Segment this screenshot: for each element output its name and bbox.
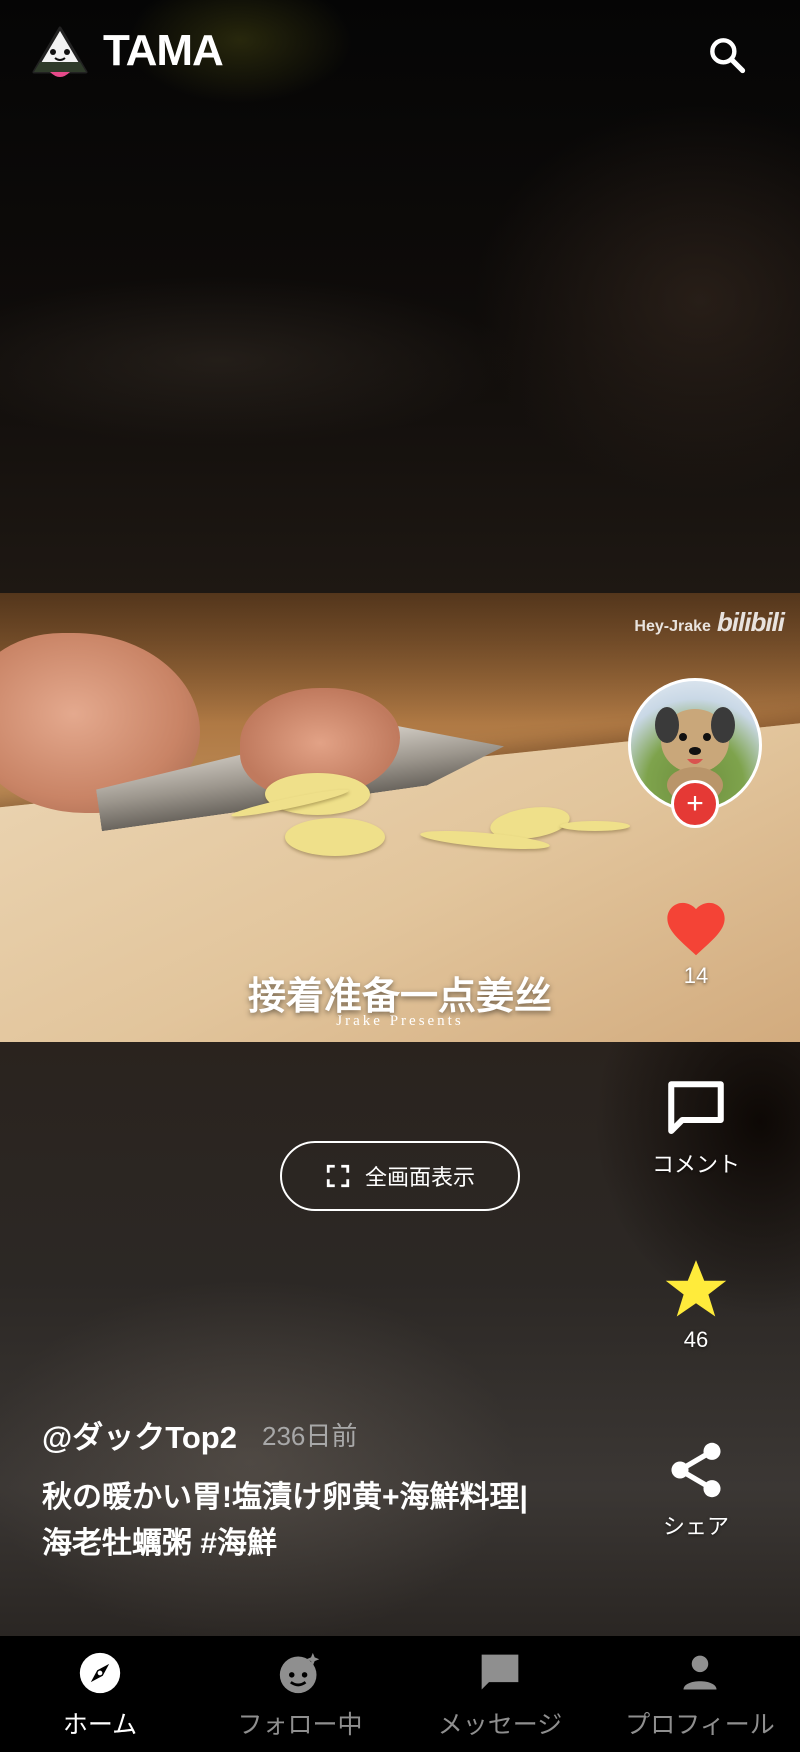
compass-icon [79, 1652, 121, 1694]
share-icon [671, 1442, 721, 1498]
favorite-button[interactable]: 46 [626, 1256, 766, 1353]
share-label: シェア [662, 1514, 729, 1539]
top-bar: TAMA [0, 0, 800, 110]
comment-icon [668, 1081, 724, 1135]
watermark-brand: bilibili [716, 607, 785, 637]
nav-item-home[interactable]: ホーム [0, 1636, 200, 1752]
following-face-icon [279, 1652, 320, 1694]
nav-label-profile: プロフィール [625, 1711, 775, 1739]
message-icon [481, 1654, 519, 1690]
person-icon [683, 1655, 717, 1690]
like-count: 14 [683, 963, 709, 988]
ginger-slice [285, 818, 385, 856]
fullscreen-icon [326, 1164, 350, 1188]
author-name[interactable]: @ダックTop2 [42, 1412, 237, 1457]
nav-label-home: ホーム [62, 1711, 138, 1739]
caption-line: 海老牡蠣粥 #海鮮 [42, 1527, 278, 1560]
nav-label-following: フォロー中 [237, 1711, 363, 1739]
app-title: TAMA [103, 26, 224, 75]
fullscreen-button[interactable]: 全画面表示 [280, 1141, 520, 1211]
bottom-navigation: ホーム フォロー中 メッセージ プロフィール [0, 1636, 800, 1752]
video-watermark: Hey-Jrake bilibili [634, 607, 785, 638]
nav-item-profile[interactable]: プロフィール [600, 1636, 800, 1752]
follow-button[interactable]: + [671, 780, 719, 828]
star-icon [665, 1260, 727, 1317]
favorite-count: 46 [683, 1327, 709, 1352]
post-caption: 秋の暖かい胃!塩漬け卵黄+海鮮料理| 海老牡蠣粥 #海鮮 [42, 1475, 602, 1567]
video-credit: Jrake Presents [336, 1013, 464, 1029]
nav-label-messages: メッセージ [437, 1711, 563, 1739]
nav-item-messages[interactable]: メッセージ [400, 1636, 600, 1752]
nav-item-following[interactable]: フォロー中 [200, 1636, 400, 1752]
heart-icon [667, 902, 725, 956]
comment-label: コメント [651, 1152, 740, 1177]
post-age: 236日前 [262, 1421, 358, 1451]
share-button[interactable]: シェア [626, 1436, 766, 1541]
app-logo-icon[interactable] [30, 24, 90, 84]
watermark-user: Hey-Jrake [634, 618, 711, 635]
comment-button[interactable]: コメント [626, 1076, 766, 1179]
like-button[interactable]: 14 [626, 898, 766, 989]
caption-line: 秋の暖かい胃!塩漬け卵黄+海鮮料理| [42, 1481, 528, 1514]
search-icon[interactable] [705, 33, 749, 77]
ginger-strip [560, 821, 630, 831]
fullscreen-label: 全画面表示 [364, 1165, 475, 1190]
